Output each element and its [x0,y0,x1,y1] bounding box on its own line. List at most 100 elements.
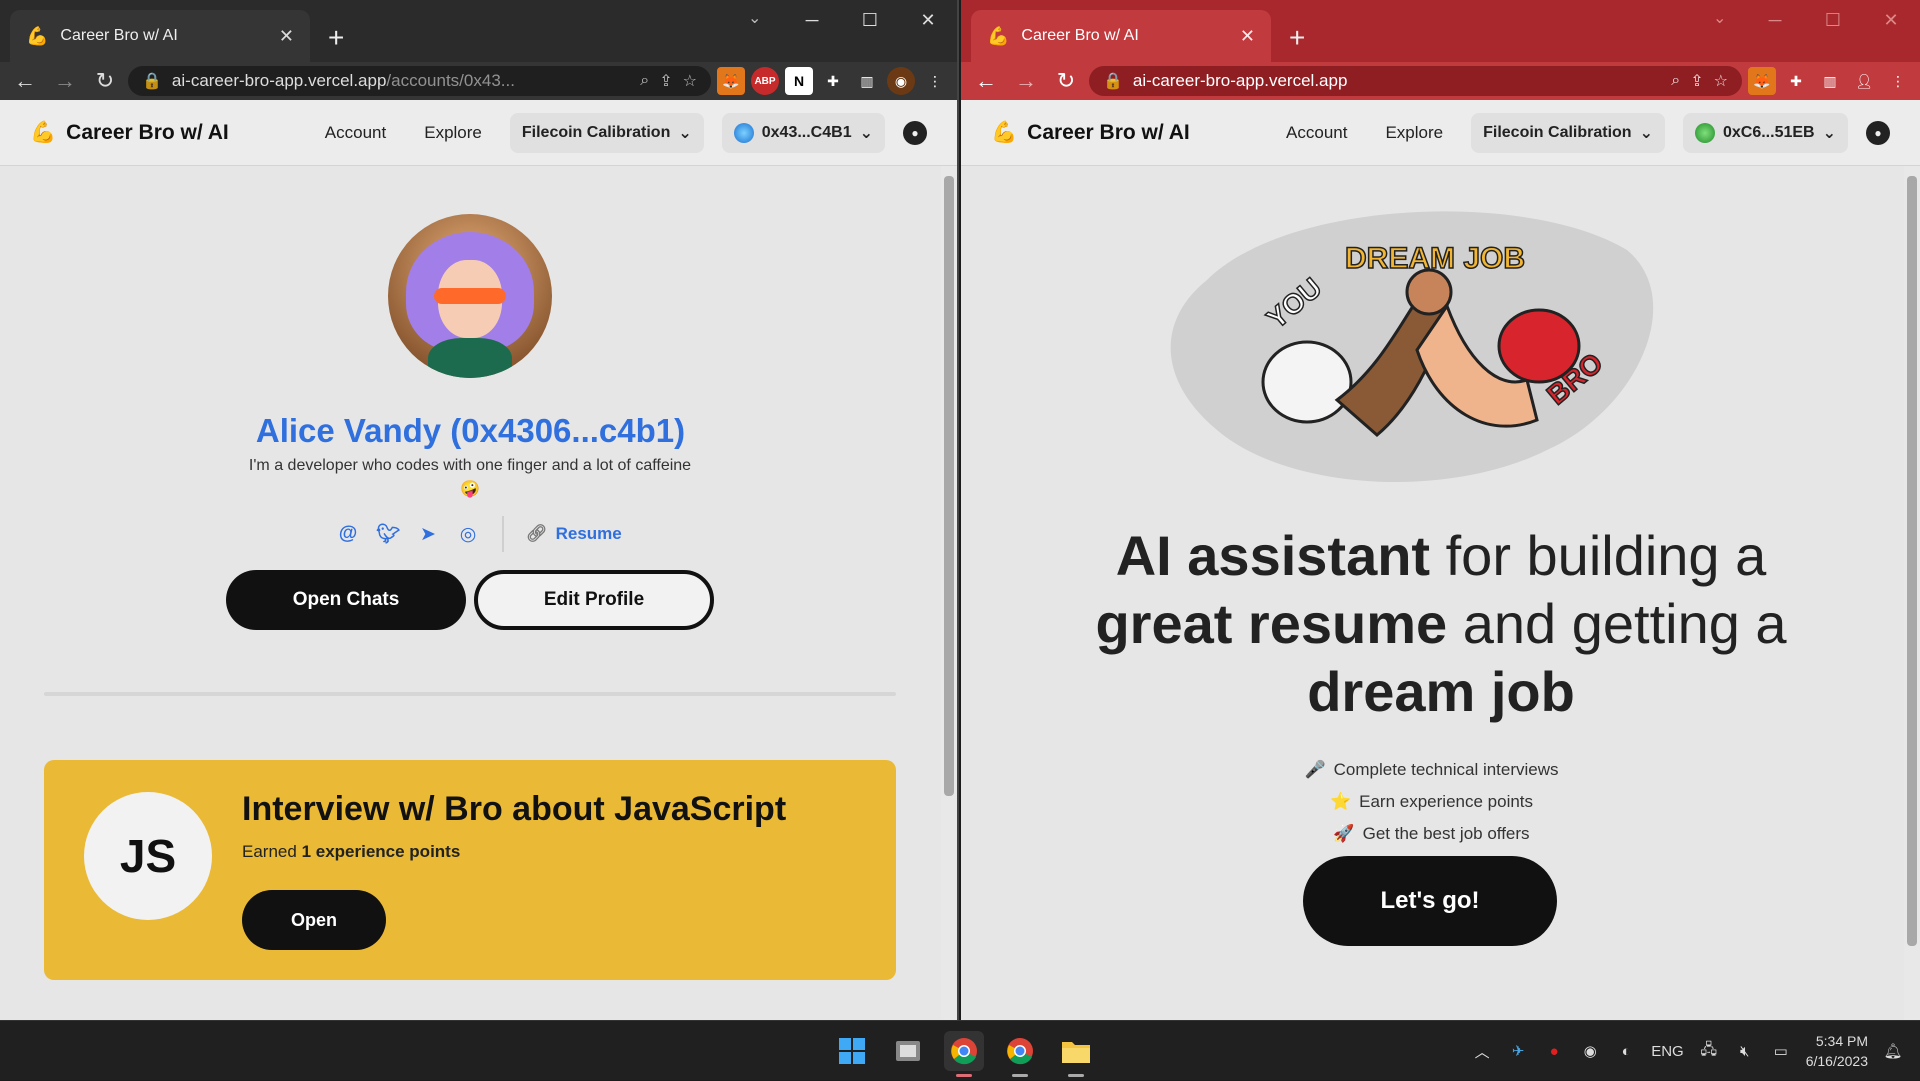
side-panel-icon[interactable]: ▥ [1816,67,1844,95]
bookmark-star-icon[interactable]: ☆ [683,71,697,91]
resume-label: Resume [555,524,622,543]
wallet-selector[interactable]: 0xC6...51EB ⌄ [1682,112,1848,153]
notifications-bell-icon[interactable]: 🔔︎ [1882,1042,1904,1060]
telegram-tray-icon[interactable]: ✈ [1507,1042,1529,1060]
reload-icon[interactable]: ↻ [1049,68,1083,94]
instagram-icon[interactable]: ◎ [456,522,480,546]
maximize-icon[interactable]: ☐ [841,0,899,40]
reload-icon[interactable]: ↻ [88,68,122,94]
network-icon[interactable]: 🖧︎ [1698,1039,1720,1064]
tab-search-icon[interactable]: ⌄ [1713,8,1726,28]
interview-card: JS Interview w/ Bro about JavaScript Ear… [44,760,896,980]
chrome-tray-icon[interactable]: ◉ [1579,1042,1601,1060]
resume-link[interactable]: 🔗︎ Resume [526,524,622,544]
network-selector[interactable]: Filecoin Calibration ⌄ [1471,112,1665,153]
back-icon[interactable]: ← [8,68,42,94]
close-tab-icon[interactable]: ✕ [279,26,294,47]
wallet-avatar-icon [733,122,754,143]
left-active-tab[interactable]: 💪 Career Bro w/ AI ✕ [10,10,310,62]
extensions-puzzle-icon[interactable]: ✚ [819,67,847,95]
flexed-biceps-favicon-icon: 💪 [987,25,1010,46]
forward-icon[interactable]: → [1009,68,1043,94]
metamask-extension-icon[interactable]: 🦊 [1748,67,1776,95]
right-page-content: DREAM JOB YOU BRO AI assistant for build… [961,166,1920,1020]
address-bar[interactable]: 🔒 ai-career-bro-app.vercel.app/accounts/… [128,66,711,96]
right-scrollbar[interactable] [1904,166,1920,1020]
close-window-icon[interactable]: ✕ [899,0,957,40]
chevron-down-icon: ⌄ [859,124,873,142]
metamask-extension-icon[interactable]: 🦊 [717,67,745,95]
interview-title: Interview w/ Bro about JavaScript [242,790,787,828]
javascript-badge: JS [84,792,212,920]
notion-extension-icon[interactable]: N [785,67,813,95]
flexed-biceps-favicon-icon: 💪 [26,25,49,46]
show-hidden-icons-chevron-icon[interactable]: ︿ [1471,1041,1493,1062]
address-bar[interactable]: 🔒 ai-career-bro-app.vercel.app ⌕ ⇪ ☆ [1089,66,1742,96]
close-window-icon[interactable]: ✕ [1862,0,1920,40]
right-active-tab[interactable]: 💪 Career Bro w/ AI ✕ [971,10,1271,62]
window-controls: ─ ☐ ✕ [783,0,957,40]
brand-name: Career Bro w/ AI [1027,120,1190,144]
chevron-down-icon: ⌄ [1639,124,1653,142]
browser-menu-icon[interactable]: ⋮ [1884,67,1912,95]
adblock-extension-icon[interactable]: ABP [751,67,779,95]
battery-icon[interactable]: ▭ [1770,1042,1792,1060]
profile-avatar-icon[interactable]: ◉ [887,67,915,95]
left-page-content: Alice Vandy (0x4306...c4b1) I'm a develo… [0,166,957,1020]
profile-name: Alice Vandy (0x4306...c4b1) [255,412,686,449]
clock-time: 5:34 PM [1815,1033,1868,1049]
nav-explore-link[interactable]: Explore [1375,123,1453,143]
wallet-address: 0x43...C4B1 [761,123,852,141]
record-tray-icon[interactable]: ● [1543,1043,1565,1060]
minimize-icon[interactable]: ─ [783,0,841,40]
nav-account-link[interactable]: Account [1276,123,1357,143]
windows-start-icon[interactable] [832,1031,872,1071]
minimize-icon[interactable]: ─ [1746,0,1804,40]
volume-muted-icon[interactable]: 🔇︎ [1734,1043,1756,1060]
extensions-puzzle-icon[interactable]: ✚ [1782,67,1810,95]
lock-icon: 🔒 [1103,73,1123,90]
share-icon[interactable]: ⇪ [659,71,672,91]
back-icon[interactable]: ← [969,68,1003,94]
language-indicator[interactable]: ENG [1651,1043,1684,1060]
side-panel-icon[interactable]: ▥ [853,67,881,95]
twitter-icon[interactable]: 🐦︎ [376,522,400,546]
lets-go-button[interactable]: Let's go! [1303,856,1557,946]
share-icon[interactable]: ⇪ [1690,71,1703,91]
brand-logo[interactable]: 💪 Career Bro w/ AI [30,121,297,145]
zoom-icon[interactable]: ⌕ [1671,72,1680,90]
network-selector[interactable]: Filecoin Calibration ⌄ [509,112,704,153]
left-scrollbar[interactable] [941,166,957,1020]
telegram-icon[interactable]: ➤ [416,522,440,546]
clock-date: 6/16/2023 [1805,1053,1868,1069]
email-at-icon[interactable]: @ [336,522,360,546]
profile-avatar-icon[interactable]: 👤︎ [1850,67,1878,95]
open-interview-button[interactable]: Open [242,890,386,950]
open-chats-button[interactable]: Open Chats [226,570,466,630]
nav-account-link[interactable]: Account [315,123,396,143]
task-view-icon[interactable] [888,1031,928,1071]
new-tab-icon[interactable]: + [1289,24,1305,52]
network-label: Filecoin Calibration [1483,123,1632,141]
edit-profile-button[interactable]: Edit Profile [474,570,714,630]
zoom-icon[interactable]: ⌕ [640,72,649,90]
file-explorer-icon[interactable] [1056,1031,1096,1077]
forward-icon[interactable]: → [48,68,82,94]
maximize-icon[interactable]: ☐ [1804,0,1862,40]
github-icon[interactable]: ● [1866,120,1890,145]
clock[interactable]: 5:34 PM 6/16/2023 [1806,1031,1868,1071]
browser-menu-icon[interactable]: ⋮ [921,67,949,95]
wallet-selector[interactable]: 0x43...C4B1 ⌄ [721,112,885,153]
chevron-down-icon: ⌄ [1822,124,1836,142]
nav-explore-link[interactable]: Explore [414,123,492,143]
new-tab-icon[interactable]: + [328,24,344,52]
chrome-second-profile-icon[interactable] [1000,1031,1040,1077]
brand-logo[interactable]: 💪 Career Bro w/ AI [991,121,1258,145]
bookmark-star-icon[interactable]: ☆ [1714,71,1728,91]
tab-search-icon[interactable]: ⌄ [748,8,761,28]
display-tray-icon[interactable]: ◐ [1615,1043,1637,1060]
chrome-icon[interactable] [944,1031,984,1077]
arm-wrestling-hero-illustration: DREAM JOB YOU BRO [1170,211,1654,483]
close-tab-icon[interactable]: ✕ [1240,26,1255,47]
github-icon[interactable]: ● [903,120,927,145]
